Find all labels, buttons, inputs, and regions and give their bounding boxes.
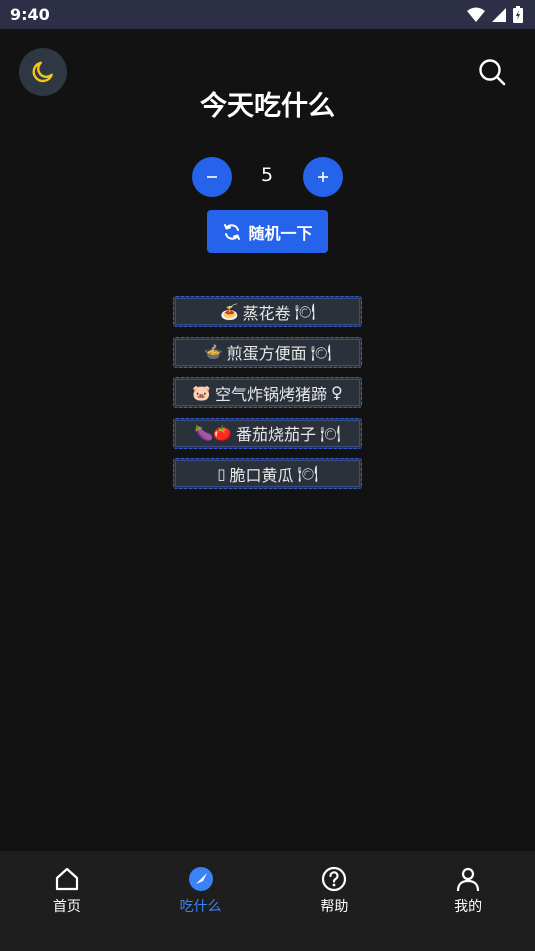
dish-item[interactable]: 🍆🍅 番茄烧茄子 🍽	[173, 417, 362, 449]
compass-icon	[188, 867, 213, 891]
nav-label-help: 帮助	[320, 899, 349, 915]
dish-name: 蒸花卷	[242, 303, 291, 323]
count-value: 5	[260, 164, 274, 186]
dish-emoji: 🐷	[192, 383, 211, 402]
dish-emoji: 🍝	[219, 302, 239, 321]
nav-label-mine: 我的	[454, 899, 483, 915]
dish-item[interactable]: ▯ 脆口黄瓜 🍽	[173, 458, 362, 489]
nav-label-home: 首页	[52, 899, 81, 915]
dish-emoji: 🍲	[203, 343, 223, 361]
plus-icon	[318, 172, 328, 182]
nav-item-mine[interactable]: 我的	[401, 851, 535, 951]
user-icon	[457, 867, 480, 892]
refresh-icon	[224, 223, 241, 240]
dish-emoji: 🍆🍅	[194, 424, 233, 442]
dish-suffix-icon: 🍽	[297, 464, 318, 483]
nav-label-eat: 吃什么	[179, 899, 222, 915]
nav-item-home[interactable]: 首页	[0, 851, 134, 951]
nav-item-eat[interactable]: 吃什么	[134, 851, 268, 951]
nav-item-help[interactable]: 帮助	[268, 851, 402, 951]
dish-name: 煎蛋方便面	[226, 344, 307, 363]
dish-suffix-icon: 🍽	[294, 302, 315, 321]
dish-name: 番茄烧茄子	[236, 425, 317, 444]
decrease-button[interactable]	[192, 157, 232, 197]
random-button-label: 随机一下	[248, 223, 313, 243]
dish-item[interactable]: 🐷 空气炸锅烤猪蹄 ♀	[173, 377, 362, 408]
dish-name: 脆口黄瓜	[229, 465, 294, 485]
home-icon	[55, 867, 78, 891]
dish-list: 🍝 蒸花卷 🍽 🍲 煎蛋方便面 🍽 🐷 空气炸锅烤猪蹄 ♀ 🍆🍅 番茄烧茄子 🍽…	[173, 296, 362, 499]
dish-suffix-icon: 🍽	[320, 423, 341, 443]
dish-name: 空气炸锅烤猪蹄	[214, 384, 327, 404]
bottom-nav: 首页 吃什么 帮助 我的	[0, 851, 535, 951]
dish-suffix-icon: 🍽	[310, 342, 331, 362]
dish-suffix-icon: ♀	[330, 383, 343, 402]
random-button[interactable]: 随机一下	[207, 210, 328, 253]
moon-icon	[32, 61, 53, 83]
battery-icon	[513, 6, 523, 23]
help-icon	[322, 866, 347, 892]
status-icons	[467, 6, 523, 23]
dish-item[interactable]: 🍝 蒸花卷 🍽	[173, 296, 362, 327]
dish-item[interactable]: 🍲 煎蛋方便面 🍽	[173, 336, 362, 368]
page-title: 今天吃什么	[200, 91, 335, 122]
minus-icon	[207, 176, 217, 178]
status-time: 9:40	[10, 5, 50, 24]
status-bar: 9:40	[0, 0, 535, 29]
increase-button[interactable]	[303, 157, 343, 197]
wifi-icon	[467, 7, 485, 22]
dish-emoji: ▯	[217, 464, 226, 483]
signal-icon	[492, 7, 506, 22]
